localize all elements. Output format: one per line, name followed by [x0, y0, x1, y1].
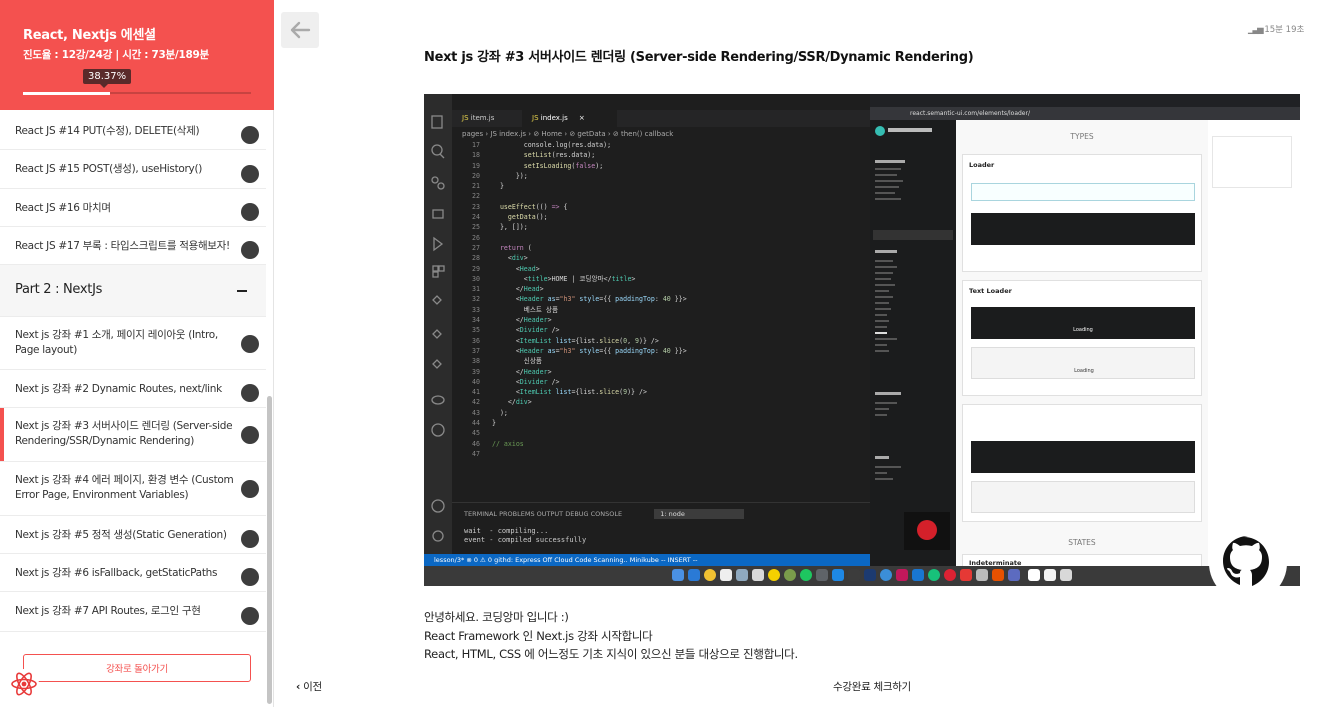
video-player[interactable]: JS item.js JS index.js × pages › JS inde… — [424, 94, 1300, 586]
lesson-title: Next js 강좌 #6 isFallback, getStaticPaths — [15, 567, 218, 579]
signal-icon: ▁▃▅ — [1248, 25, 1264, 35]
description-line: 안녕하세요. 코딩앙마 입니다 :) — [424, 610, 569, 624]
loader-example: Loader — [962, 154, 1202, 272]
lesson-title: Next js 강좌 #5 정적 생성(Static Generation) — [15, 529, 227, 541]
part-header[interactable]: Part 2 : NextJs — [0, 265, 266, 317]
lesson-status-icon — [241, 607, 259, 625]
lesson-title: Next js 강좌 #1 소개, 페이지 레이아웃 (Intro, Page … — [15, 329, 218, 356]
course-title: React, Nextjs 에센셜 — [23, 28, 156, 43]
terminal-tabs: TERMINAL PROBLEMS OUTPUT DEBUG CONSOLE 1… — [464, 509, 745, 519]
code-editor: 17 console.log(res.data); 18 setList(res… — [472, 141, 687, 458]
lesson-title: React JS #16 마치며 — [15, 202, 111, 214]
terminal-output: wait - compiling... event - compiled suc… — [464, 527, 587, 544]
arrow-left-icon — [290, 21, 311, 39]
lesson-status-icon — [241, 165, 259, 183]
vscode-terminal: TERMINAL PROBLEMS OUTPUT DEBUG CONSOLE 1… — [452, 502, 870, 554]
dock-icons — [672, 569, 1072, 581]
part-title: Part 2 : NextJs — [15, 282, 103, 297]
chevron-left-icon: ‹ — [296, 681, 301, 693]
lesson-item[interactable]: Next js 강좌 #6 isFallback, getStaticPaths — [0, 554, 266, 592]
minus-icon[interactable] — [237, 290, 247, 292]
lesson-title: Next js 강좌 #7 API Routes, 로그인 구현 — [15, 605, 201, 617]
lesson-item[interactable]: React JS #15 POST(생성), useHistory() — [0, 150, 266, 189]
mac-dock — [424, 566, 1300, 586]
loading-text: Loading — [1073, 327, 1093, 333]
description-line: React, HTML, CSS 에 어느정도 기초 지식이 있으신 분들 대상… — [424, 647, 798, 661]
progress-bar — [23, 91, 251, 95]
mark-complete-button[interactable]: 수강완료 체크하기 — [833, 679, 911, 694]
loading-text: Loading — [1074, 368, 1094, 374]
semantic-sidebar-lines — [873, 126, 953, 550]
prev-lesson-link[interactable]: ‹ 이전 — [296, 679, 322, 694]
lesson-item[interactable]: Next js 강좌 #7 API Routes, 로그인 구현 — [0, 592, 266, 632]
description-line: React Framework 인 Next.js 강좌 시작합니다 — [424, 628, 653, 643]
lesson-item[interactable]: Next js 강좌 #1 소개, 페이지 레이아웃 (Intro, Page … — [0, 317, 266, 370]
semantic-main: TYPES Loader Text Loader Loading Loading — [956, 120, 1208, 568]
react-logo-icon[interactable] — [8, 668, 40, 700]
progress-tooltip: 38.37% — [83, 69, 132, 88]
back-to-course-button[interactable]: 강좌로 돌아가기 — [23, 654, 251, 682]
time-remaining: ▁▃▅ 15분 19초 — [1248, 25, 1305, 35]
lesson-status-icon — [241, 426, 259, 444]
lesson-item[interactable]: React JS #16 마치며 — [0, 189, 266, 227]
video-vscode-pane: JS item.js JS index.js × pages › JS inde… — [424, 94, 870, 586]
shorthand-example — [962, 404, 1202, 522]
lesson-status-icon — [241, 384, 259, 402]
lesson-item[interactable]: Next js 강좌 #4 에러 페이지, 환경 변수 (Custom Erro… — [0, 462, 266, 516]
semantic-sidebar — [870, 120, 956, 566]
browser-tabs — [870, 94, 1300, 107]
course-header: React, Nextjs 에센셜 진도율 : 12강/24강 | 시간 : 7… — [0, 0, 274, 110]
lesson-status-icon — [241, 530, 259, 548]
sidebar-scrollbar[interactable] — [267, 396, 272, 704]
lesson-status-icon — [241, 480, 259, 498]
vscode-activity-bar — [424, 94, 452, 560]
progress-fill — [23, 91, 111, 95]
course-sidebar: React, Nextjs 에센셜 진도율 : 12강/24강 | 시간 : 7… — [0, 0, 274, 707]
lesson-status-icon — [241, 241, 259, 259]
lesson-status-icon — [241, 126, 259, 144]
lesson-heading: Next js 강좌 #3 서버사이드 렌더링 (Server-side Ren… — [424, 50, 974, 65]
lesson-title: React JS #17 부록 : 타입스크립트를 적용해보자! — [15, 240, 230, 252]
states-heading: STATES — [1068, 538, 1096, 547]
editor-tab-active: JS index.js × — [522, 110, 617, 127]
lesson-item[interactable]: React JS #14 PUT(수정), DELETE(삭제) — [0, 112, 266, 150]
lesson-list: React JS #14 PUT(수정), DELETE(삭제) React J… — [0, 112, 266, 632]
activity-icons — [431, 115, 445, 542]
course-stats: 진도율 : 12강/24강 | 시간 : 73분/189분 — [23, 49, 209, 61]
lesson-description: 안녕하세요. 코딩앙마 입니다 :) React Framework 인 Nex… — [424, 608, 798, 664]
lesson-title: React JS #14 PUT(수정), DELETE(삭제) — [15, 125, 200, 137]
text-loader-label: Text Loader — [969, 287, 1012, 295]
lesson-title: Next js 강좌 #2 Dynamic Routes, next/link — [15, 383, 222, 395]
lesson-title: Next js 강좌 #3 서버사이드 렌더링 (Server-side Ren… — [15, 420, 233, 447]
github-icon — [1209, 524, 1287, 586]
semantic-toc — [1208, 120, 1300, 566]
loader-label: Loader — [969, 161, 995, 169]
active-indicator — [0, 408, 4, 461]
vscode-breadcrumb: pages › JS index.js › ⊘ Home › ⊘ getData… — [462, 130, 674, 138]
text-loader-example: Text Loader Loading Loading — [962, 280, 1202, 396]
sidebar-footer: 강좌로 돌아가기 — [0, 632, 266, 707]
vscode-statusbar: lesson/3* ⊗ 0 ⚠ 0 githd: Express Off Clo… — [424, 554, 870, 566]
lesson-title: React JS #15 POST(생성), useHistory() — [15, 163, 203, 175]
lesson-title: Next js 강좌 #4 에러 페이지, 환경 변수 (Custom Erro… — [15, 474, 234, 501]
browser-url: react.semantic-ui.com/elements/loader/ — [870, 107, 1300, 120]
video-browser-pane: react.semantic-ui.com/elements/loader/ T… — [870, 94, 1300, 568]
vscode-tabs: JS item.js JS index.js × — [452, 110, 870, 127]
lesson-item[interactable]: React JS #17 부록 : 타입스크립트를 적용해보자! — [0, 227, 266, 265]
back-button[interactable] — [281, 12, 319, 48]
types-heading: TYPES — [1070, 132, 1094, 141]
lesson-item[interactable]: Next js 강좌 #5 정적 생성(Static Generation) — [0, 516, 266, 554]
lesson-item-active[interactable]: Next js 강좌 #3 서버사이드 렌더링 (Server-side Ren… — [0, 408, 266, 462]
editor-tab: JS item.js — [462, 114, 495, 122]
lesson-item[interactable]: Next js 강좌 #2 Dynamic Routes, next/link — [0, 370, 266, 408]
lesson-status-icon — [241, 203, 259, 221]
lesson-status-icon — [241, 335, 259, 353]
lesson-status-icon — [241, 568, 259, 586]
